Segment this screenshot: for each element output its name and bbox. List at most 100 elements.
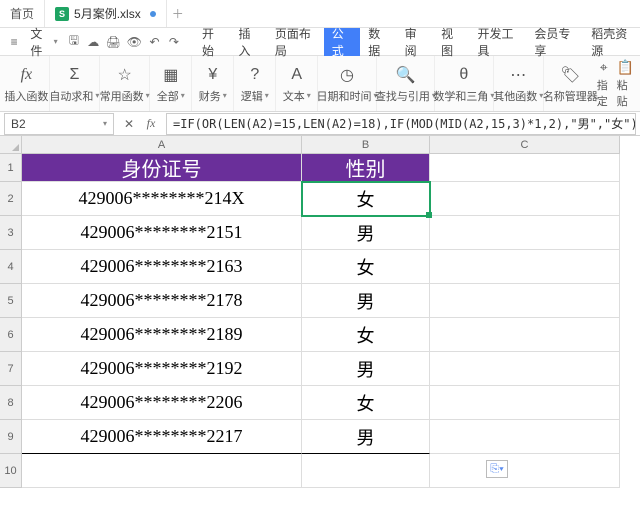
menubar: ≡ 文件▾ 🖫 ☁ 🖨 👁 ↶ ↷ 开始 插入 页面布局 公式 数据 审阅 视图… (0, 28, 640, 56)
cell-a5[interactable]: 429006********2178 (22, 284, 302, 318)
formula-input[interactable]: =IF(OR(LEN(A2)=15,LEN(A2)=18),IF(MOD(MID… (166, 113, 636, 135)
text-fn-button[interactable]: A 文本▾ (276, 56, 318, 111)
cell-a7[interactable]: 429006********2192 (22, 352, 302, 386)
cell-a10[interactable] (22, 454, 302, 488)
tab-resource[interactable]: 稻壳资源 (583, 28, 640, 56)
tab-view[interactable]: 视图 (433, 28, 469, 56)
col-header-c[interactable]: C (430, 136, 620, 154)
question-icon: ? (250, 64, 259, 86)
paste-icon: 📋 (617, 59, 634, 76)
ribbon: fx 插入函数 Σ 自动求和▾ ☆ 常用函数▾ ▦ 全部▾ ¥ 财务▾ ? 逻辑… (0, 56, 640, 112)
paste-button[interactable]: 📋 粘贴 (617, 59, 634, 109)
cancel-formula-button[interactable]: ✕ (118, 117, 140, 131)
row-header-8[interactable]: 8 (0, 386, 22, 420)
cell-c10[interactable] (430, 454, 620, 488)
cell-a6[interactable]: 429006********2189 (22, 318, 302, 352)
tab-insert[interactable]: 插入 (230, 28, 266, 56)
cell-c3[interactable] (430, 216, 620, 250)
cell-a9[interactable]: 429006********2217 (22, 420, 302, 454)
text-icon: A (291, 64, 302, 86)
tab-data[interactable]: 数据 (360, 28, 396, 56)
cell-b4[interactable]: 女 (302, 250, 430, 284)
cell-b10[interactable] (302, 454, 430, 488)
unsaved-dot-icon (150, 11, 156, 17)
math-fn-button[interactable]: θ 数学和三角▾ (435, 56, 493, 111)
cell-c1[interactable] (430, 154, 620, 182)
tab-formula[interactable]: 公式 (324, 28, 360, 56)
select-all-corner[interactable] (0, 136, 22, 154)
tag-icon: 🏷 (560, 64, 580, 86)
insert-function-button[interactable]: fx 插入函数 (4, 56, 50, 111)
grid-icon: ▦ (163, 64, 178, 86)
cell-c8[interactable] (430, 386, 620, 420)
row-header-1[interactable]: 1 (0, 154, 22, 182)
lookup-fn-button[interactable]: 🔍 查找与引用▾ (377, 56, 435, 111)
tab-start[interactable]: 开始 (194, 28, 230, 56)
smart-tag-icon[interactable]: ⎘▾ (486, 460, 508, 478)
cell-a8[interactable]: 429006********2206 (22, 386, 302, 420)
anchor-button[interactable]: ⌖ 指定 (597, 59, 611, 109)
clock-icon: ◷ (340, 64, 354, 86)
cell-a1[interactable]: 身份证号 (22, 154, 302, 182)
cell-c9[interactable] (430, 420, 620, 454)
cell-c7[interactable] (430, 352, 620, 386)
row-header-10[interactable]: 10 (0, 454, 22, 488)
cell-b6[interactable]: 女 (302, 318, 430, 352)
name-manager-button[interactable]: 🏷 名称管理器 (544, 56, 597, 111)
cell-b1[interactable]: 性别 (302, 154, 430, 182)
row-header-2[interactable]: 2 (0, 182, 22, 216)
cell-b5[interactable]: 男 (302, 284, 430, 318)
redo-icon[interactable]: ↷ (168, 35, 180, 49)
row-header-3[interactable]: 3 (0, 216, 22, 250)
cell-c4[interactable] (430, 250, 620, 284)
cell-c6[interactable] (430, 318, 620, 352)
row-header-6[interactable]: 6 (0, 318, 22, 352)
theta-icon: θ (459, 64, 468, 86)
recent-fn-button[interactable]: ☆ 常用函数▾ (100, 56, 150, 111)
print-icon[interactable]: 🖨 (106, 35, 120, 49)
preview-icon[interactable]: 👁 (127, 35, 141, 49)
undo-icon[interactable]: ↶ (148, 35, 160, 49)
tab-add-button[interactable]: ＋ (167, 5, 189, 22)
save-icon[interactable]: 🖫 (68, 35, 80, 49)
cell-b7[interactable]: 男 (302, 352, 430, 386)
formula-bar: B2▾ ✕ fx =IF(OR(LEN(A2)=15,LEN(A2)=18),I… (0, 112, 640, 136)
xls-icon: S (55, 7, 69, 21)
autosum-button[interactable]: Σ 自动求和▾ (50, 56, 100, 111)
menu-icon[interactable]: ≡ (8, 35, 20, 49)
cell-c5[interactable] (430, 284, 620, 318)
more-fn-button[interactable]: ⋯ 其他函数▾ (494, 56, 544, 111)
cell-b9[interactable]: 男 (302, 420, 430, 454)
tab-home[interactable]: 首页 (0, 0, 45, 27)
search-icon: 🔍 (395, 64, 415, 86)
col-header-b[interactable]: B (302, 136, 430, 154)
cell-b2[interactable]: 女 (302, 182, 430, 216)
cell-a2[interactable]: 429006********214X (22, 182, 302, 216)
row-header-5[interactable]: 5 (0, 284, 22, 318)
cell-a3[interactable]: 429006********2151 (22, 216, 302, 250)
savecloud-icon[interactable]: ☁ (87, 35, 99, 49)
tab-file[interactable]: S 5月案例.xlsx (45, 0, 167, 27)
row-header-4[interactable]: 4 (0, 250, 22, 284)
tab-member[interactable]: 会员专享 (526, 28, 583, 56)
datetime-fn-button[interactable]: ◷ 日期和时间▾ (318, 56, 376, 111)
money-icon: ¥ (208, 64, 217, 86)
row-header-7[interactable]: 7 (0, 352, 22, 386)
cell-c2[interactable] (430, 182, 620, 216)
financial-fn-button[interactable]: ¥ 财务▾ (192, 56, 234, 111)
logical-fn-button[interactable]: ? 逻辑▾ (234, 56, 276, 111)
cell-b3[interactable]: 男 (302, 216, 430, 250)
all-fn-button[interactable]: ▦ 全部▾ (150, 56, 192, 111)
cell-a4[interactable]: 429006********2163 (22, 250, 302, 284)
row-header-9[interactable]: 9 (0, 420, 22, 454)
fx-icon: fx (21, 64, 33, 86)
tab-review[interactable]: 审阅 (397, 28, 433, 56)
tab-layout[interactable]: 页面布局 (267, 28, 324, 56)
file-menu[interactable]: 文件▾ (27, 25, 60, 59)
tab-devtools[interactable]: 开发工具 (470, 28, 527, 56)
col-header-a[interactable]: A (22, 136, 302, 154)
cell-b8[interactable]: 女 (302, 386, 430, 420)
star-icon: ☆ (117, 64, 131, 86)
fx-button[interactable]: fx (140, 116, 162, 131)
name-box[interactable]: B2▾ (4, 113, 114, 135)
